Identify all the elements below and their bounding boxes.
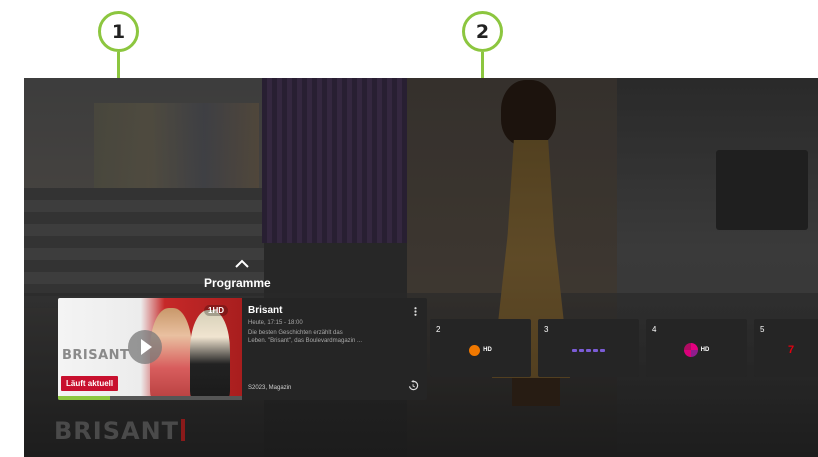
programme-info: Brisant Heute, 17:15 - 18:00 Die besten … xyxy=(248,305,420,395)
play-icon[interactable] xyxy=(128,330,162,364)
channel-tile-4[interactable]: 4 HD xyxy=(646,319,747,377)
programme-progress-bar xyxy=(58,396,242,400)
programme-time: Heute, 17:15 - 18:00 xyxy=(248,320,303,326)
screenshot-page: 1 2 BRISANT Programme BRISANT 1HD Läuft … xyxy=(0,0,818,457)
callout-marker: 1 xyxy=(98,11,139,52)
channel-number: 5 xyxy=(760,325,765,334)
callout-marker: 2 xyxy=(462,11,503,52)
more-options-icon[interactable] xyxy=(414,307,417,316)
zdf-logo: HD xyxy=(430,343,531,357)
progress-fill xyxy=(58,396,110,400)
channel-tile-5[interactable]: 5 7 xyxy=(754,319,818,377)
restart-icon[interactable] xyxy=(408,380,419,391)
live-badge: Läuft aktuell xyxy=(61,376,119,391)
programme-thumbnail[interactable]: BRISANT 1HD Läuft aktuell xyxy=(58,298,242,400)
chevron-up-icon[interactable] xyxy=(234,258,250,270)
rtl-logo xyxy=(538,343,639,357)
channel-tile-3[interactable]: 3 xyxy=(538,319,639,377)
programme-meta: S2023, Magazin xyxy=(248,385,292,391)
programme-menu-title: Programme xyxy=(204,276,271,290)
channel-number: 2 xyxy=(436,325,441,334)
programme-description: Die besten Geschichten erzählt das Leben… xyxy=(248,330,362,344)
channel-number: 3 xyxy=(544,325,549,334)
thumbnail-brand: BRISANT xyxy=(62,348,130,363)
programme-title: Brisant xyxy=(248,305,283,316)
current-programme-card[interactable]: BRISANT 1HD Läuft aktuell Brisant Heute,… xyxy=(58,298,427,400)
callout-number: 2 xyxy=(475,20,490,43)
pro7-logo: 7 xyxy=(788,344,795,356)
callout-number: 1 xyxy=(111,20,126,43)
sat1-logo: HD xyxy=(646,343,747,357)
channel-logo: 1HD xyxy=(204,305,229,316)
tv-screen: BRISANT Programme BRISANT 1HD Läuft aktu… xyxy=(24,78,818,457)
channel-tile-2[interactable]: 2 HD xyxy=(430,319,531,377)
channel-number: 4 xyxy=(652,325,657,334)
background-show-logo: BRISANT xyxy=(54,417,186,445)
video-background xyxy=(24,78,818,457)
